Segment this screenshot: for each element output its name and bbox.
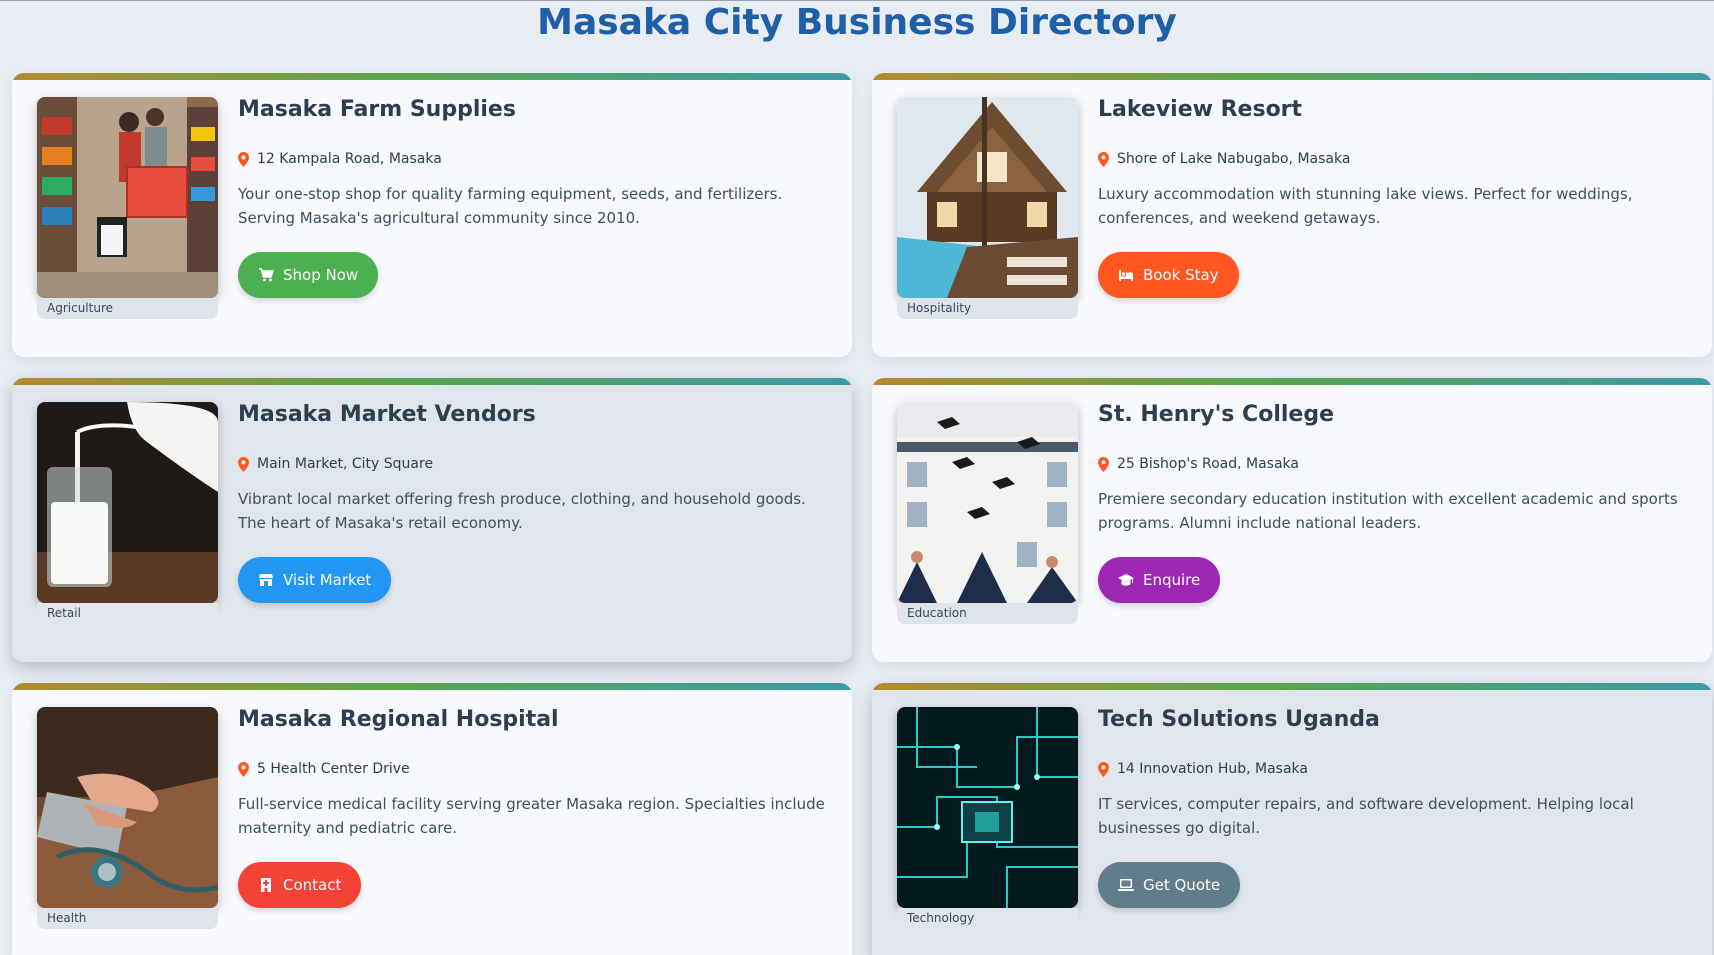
graduation-cap-icon [1118,574,1134,586]
business-name: Masaka Regional Hospital [238,707,559,732]
card-accent-bar [872,683,1712,690]
card-accent-bar [872,73,1712,80]
category-tag: Education [897,603,1078,624]
map-pin-icon [238,761,249,777]
card-accent-bar [12,73,852,80]
page-title: Masaka City Business Directory [537,2,1177,43]
button-label: Shop Now [283,266,359,284]
map-pin-icon [238,456,249,472]
get-quote-button[interactable]: Get Quote [1098,862,1241,908]
map-pin-icon [1098,151,1109,167]
laptop-icon [1118,879,1134,891]
graduation-photo [897,402,1078,603]
address-text: Shore of Lake Nabugabo, Masaka [1117,151,1351,167]
cart-icon [259,268,274,282]
business-name: Masaka Farm Supplies [238,97,516,122]
business-description: Premiere secondary education institution… [1098,490,1678,532]
business-address: 14 Innovation Hub, Masaka [1098,761,1308,777]
map-pin-icon [1098,761,1109,777]
address-text: 5 Health Center Drive [257,761,410,777]
business-card: Education St. Henry's College 25 Bishop'… [872,378,1712,662]
business-card: Health Masaka Regional Hospital 5 Health… [12,683,852,955]
address-text: Main Market, City Square [257,456,434,472]
business-image: Hospitality [897,97,1078,319]
visit-market-button[interactable]: Visit Market [238,557,392,603]
store-icon [259,574,273,586]
business-address: 5 Health Center Drive [238,761,410,777]
category-tag: Technology [897,908,1078,929]
address-text: 25 Bishop's Road, Masaka [1117,456,1299,472]
business-image: Health [37,707,218,929]
store-shelves-photo [37,97,218,298]
button-label: Visit Market [283,571,372,589]
card-accent-bar [12,683,852,690]
category-tag: Agriculture [37,298,218,319]
business-name: St. Henry's College [1098,402,1334,427]
card-accent-bar [12,378,852,385]
card-accent-bar [872,378,1712,385]
business-description: Vibrant local market offering fresh prod… [238,490,806,532]
business-card: Agriculture Masaka Farm Supplies 12 Kamp… [12,73,852,357]
business-image: Retail [37,402,218,624]
address-text: 12 Kampala Road, Masaka [257,151,442,167]
business-name: Lakeview Resort [1098,97,1303,122]
hospital-icon [261,878,271,892]
business-image: Education [897,402,1078,624]
button-label: Contact [283,876,342,894]
contact-button[interactable]: Contact [238,862,362,908]
button-label: Enquire [1143,571,1201,589]
business-card: Retail Masaka Market Vendors Main Market… [12,378,852,662]
category-tag: Hospitality [897,298,1078,319]
business-card: Technology Tech Solutions Uganda 14 Inno… [872,683,1712,955]
business-description: Full-service medical facility serving gr… [238,795,825,837]
business-description: Luxury accommodation with stunning lake … [1098,185,1633,227]
laptop-stethoscope-photo [37,707,218,908]
business-image: Technology [897,707,1078,929]
business-grid: Agriculture Masaka Farm Supplies 12 Kamp… [12,73,1712,955]
resort-photo [897,97,1078,298]
book-stay-button[interactable]: Book Stay [1098,252,1239,298]
shop-now-button[interactable]: Shop Now [238,252,379,298]
circuit-board-photo [897,707,1078,908]
enquire-button[interactable]: Enquire [1098,557,1221,603]
address-text: 14 Innovation Hub, Masaka [1117,761,1308,777]
business-address: Shore of Lake Nabugabo, Masaka [1098,151,1350,167]
business-description: IT services, computer repairs, and softw… [1098,795,1634,837]
business-name: Tech Solutions Uganda [1098,707,1380,732]
business-description: Your one-stop shop for quality farming e… [238,185,783,227]
business-address: 25 Bishop's Road, Masaka [1098,456,1299,472]
business-card: Hospitality Lakeview Resort Shore of Lak… [872,73,1712,357]
business-address: 12 Kampala Road, Masaka [238,151,442,167]
button-label: Get Quote [1143,876,1221,894]
business-address: Main Market, City Square [238,456,433,472]
business-name: Masaka Market Vendors [238,402,536,427]
business-image: Agriculture [37,97,218,319]
category-tag: Health [37,908,218,929]
category-tag: Retail [37,603,218,624]
map-pin-icon [1098,456,1109,472]
milk-glass-photo [37,402,218,603]
bed-icon [1119,270,1133,281]
button-label: Book Stay [1143,266,1219,284]
map-pin-icon [238,151,249,167]
